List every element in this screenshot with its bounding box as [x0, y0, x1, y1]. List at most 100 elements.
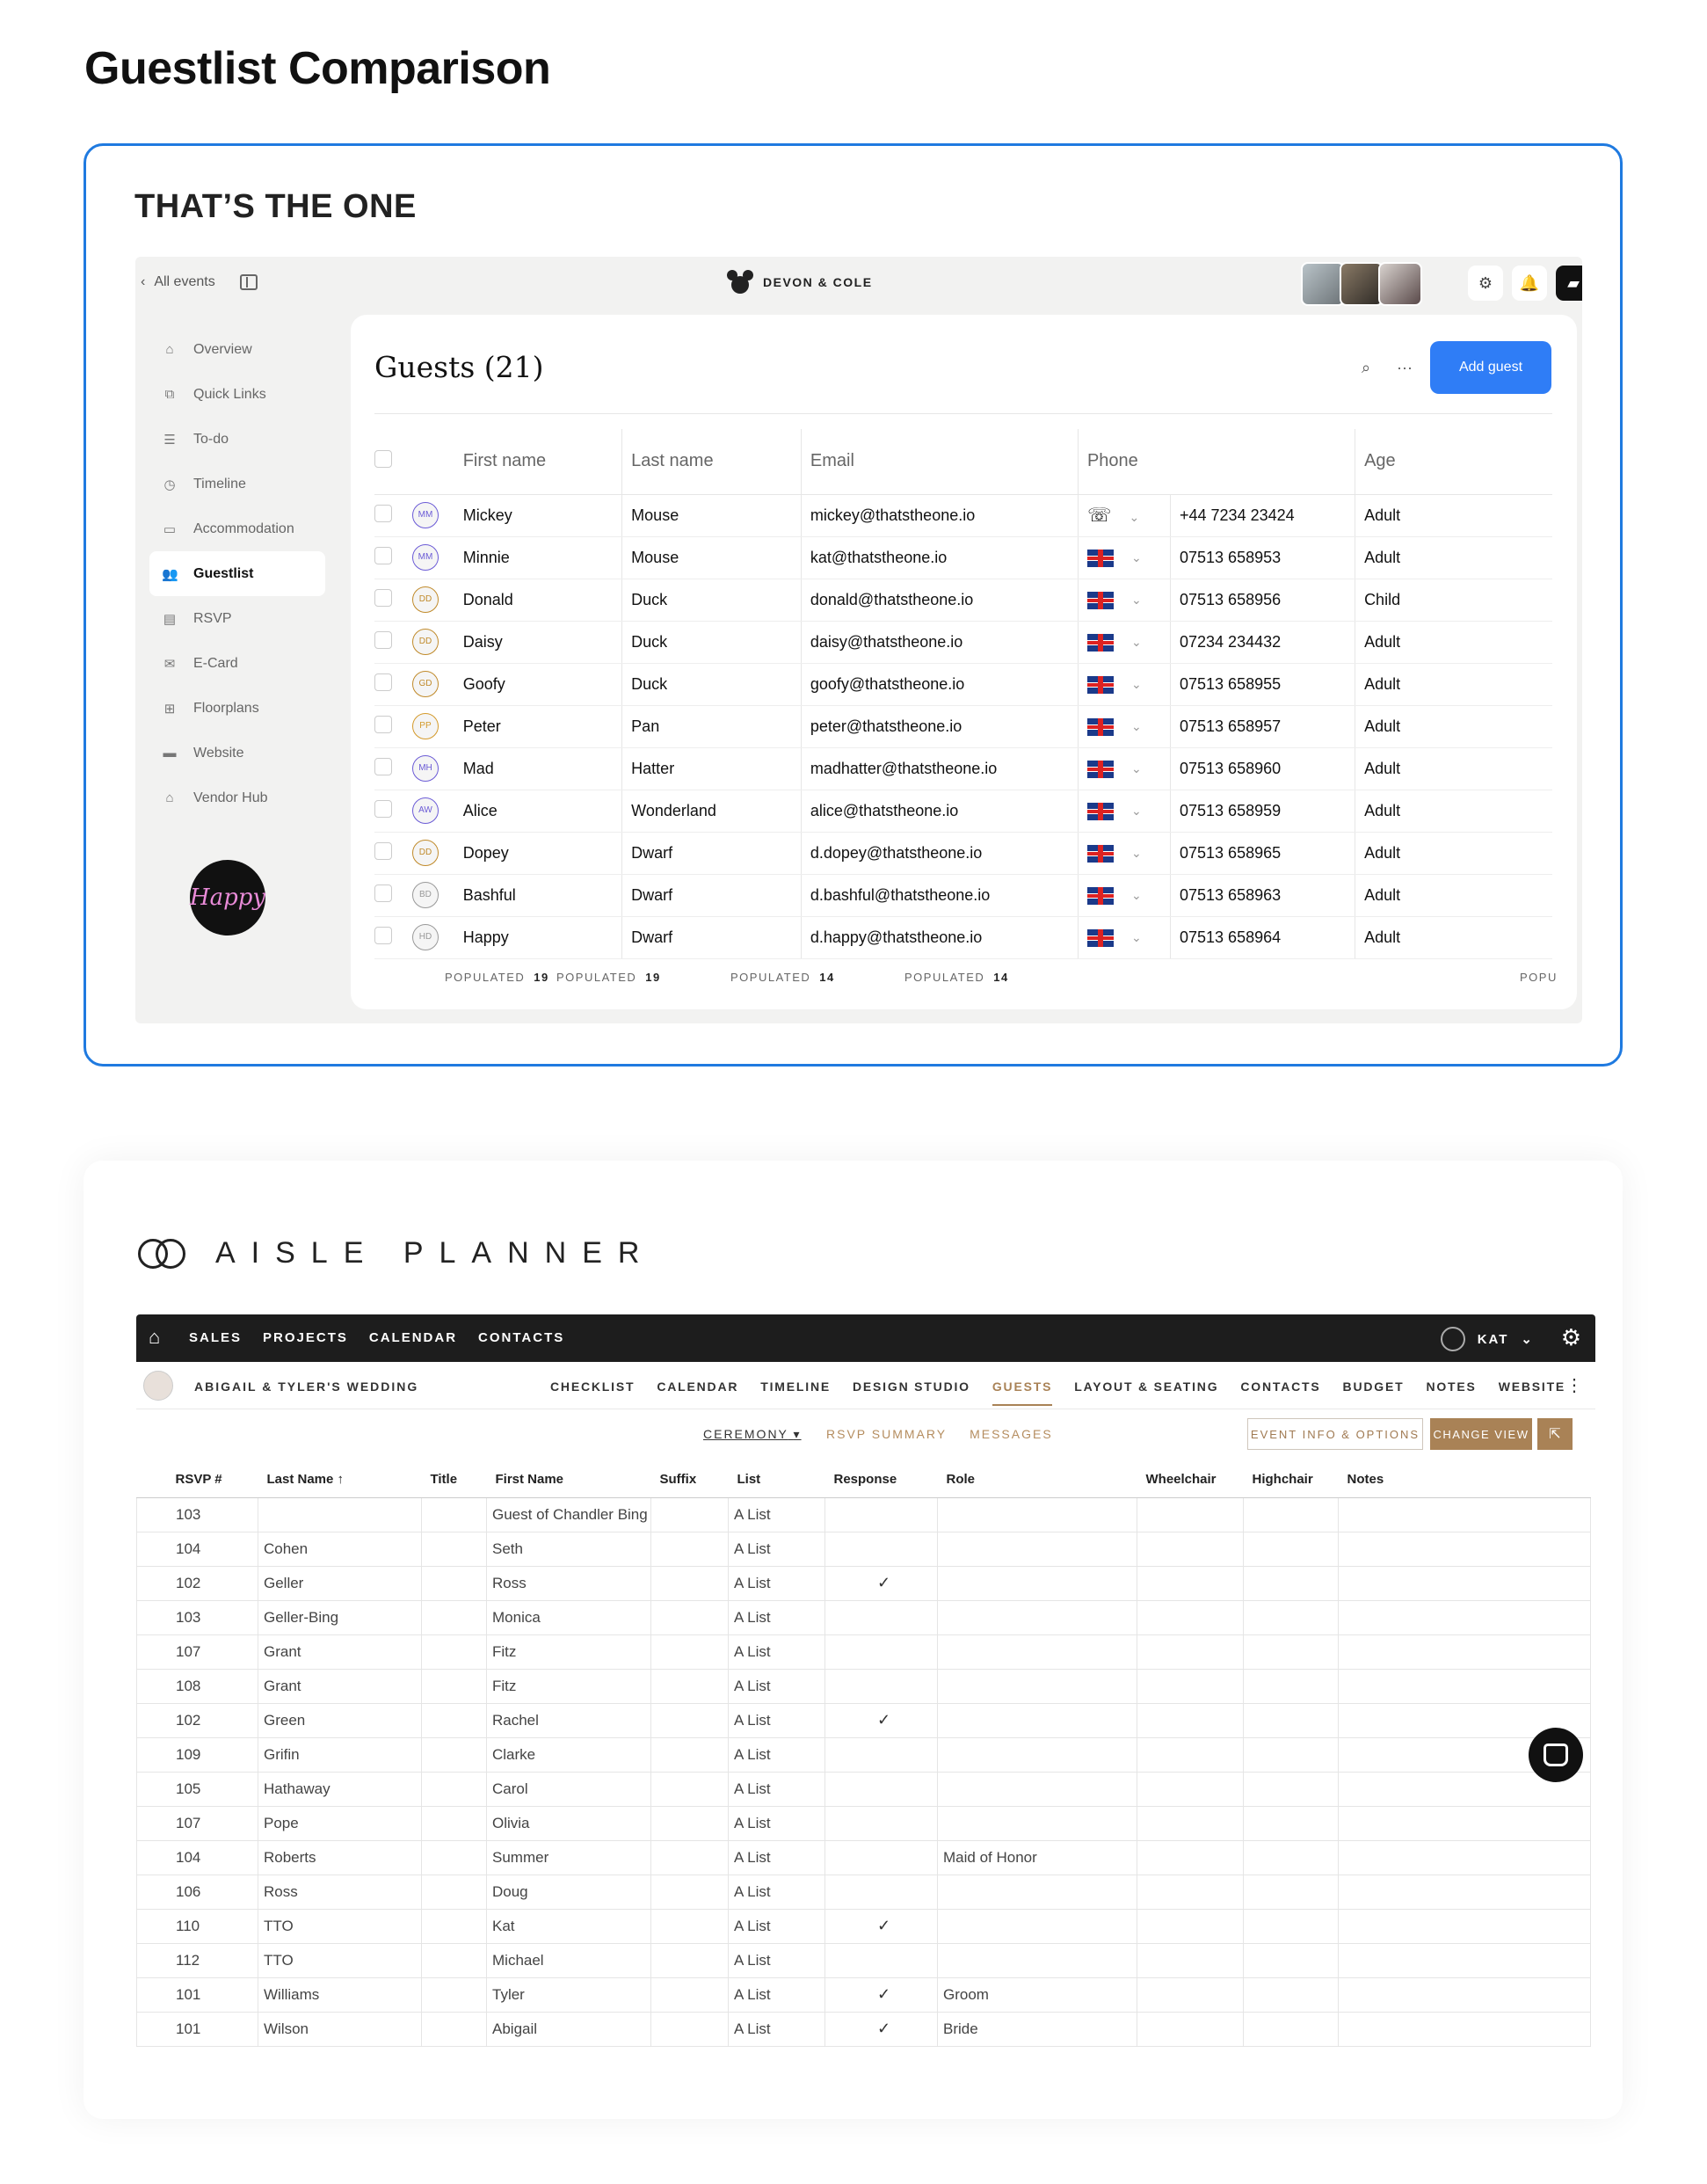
avatar[interactable] [1340, 262, 1384, 306]
suffix-cell[interactable] [650, 1840, 729, 1875]
table-row[interactable]: 112 TTO Michael A List [136, 1943, 1591, 1978]
suffix-cell[interactable] [650, 1703, 729, 1738]
column-header-title[interactable]: Title [421, 1462, 487, 1498]
table-row[interactable]: AW Alice Wonderland alice@thatstheone.io ⌄ 07… [374, 790, 1552, 833]
phone-cell[interactable]: 07513 658956 [1169, 579, 1355, 622]
tab-notes[interactable]: NOTES [1426, 1380, 1476, 1406]
table-row[interactable]: 104 Cohen Seth A List [136, 1532, 1591, 1567]
first-name-cell[interactable]: Fitz [486, 1634, 651, 1670]
row-checkbox[interactable] [374, 588, 392, 607]
sidebar-item-quick-links[interactable]: ⧉ Quick Links [149, 372, 325, 417]
suffix-cell[interactable] [650, 1669, 729, 1704]
rsvp-cell[interactable]: 108 [136, 1669, 258, 1704]
email-cell[interactable]: kat@thatstheone.io [800, 536, 1079, 579]
phone-cell[interactable]: 07513 658963 [1169, 874, 1355, 917]
last-name-cell[interactable]: Wonderland [621, 790, 802, 833]
rsvp-cell[interactable]: 104 [136, 1840, 258, 1875]
table-row[interactable]: 108 Grant Fitz A List [136, 1669, 1591, 1704]
first-name-cell[interactable]: Carol [486, 1772, 651, 1807]
table-row[interactable]: PP Peter Pan peter@thatstheone.io ⌄ 07513 658… [374, 705, 1552, 748]
tab-guests[interactable]: GUESTS [992, 1380, 1053, 1406]
messages-link[interactable]: MESSAGES [970, 1427, 1053, 1441]
suffix-cell[interactable] [650, 1600, 729, 1635]
table-row[interactable]: HD Happy Dwarf d.happy@thatstheone.io ⌄ 07513… [374, 916, 1552, 959]
last-name-cell[interactable]: Duck [621, 621, 802, 664]
column-header-list[interactable]: List [728, 1462, 825, 1498]
all-events-link[interactable]: ‹ All events [141, 274, 258, 290]
age-cell[interactable]: Adult [1355, 747, 1552, 790]
suffix-cell[interactable] [650, 1806, 729, 1841]
list-cell[interactable]: A List [728, 1737, 825, 1773]
table-row[interactable]: 103 Guest of Chandler Bing A List [136, 1497, 1591, 1532]
age-cell[interactable]: Adult [1355, 832, 1552, 875]
wheelchair-cell[interactable] [1137, 1703, 1244, 1738]
first-name-cell[interactable]: Mickey [454, 494, 622, 537]
highchair-cell[interactable] [1243, 1703, 1339, 1738]
column-header-first-name[interactable]: First Name [486, 1462, 651, 1498]
highchair-cell[interactable] [1243, 1909, 1339, 1944]
first-name-cell[interactable]: Monica [486, 1600, 651, 1635]
last-name-cell[interactable]: Pan [621, 705, 802, 748]
response-cell[interactable] [824, 1634, 938, 1670]
response-cell[interactable] [824, 1806, 938, 1841]
first-name-cell[interactable]: Goofy [454, 663, 622, 706]
rsvp-cell[interactable]: 107 [136, 1806, 258, 1841]
last-name-cell[interactable] [258, 1497, 422, 1532]
rsvp-cell[interactable]: 106 [136, 1875, 258, 1910]
highchair-cell[interactable] [1243, 1669, 1339, 1704]
notes-cell[interactable] [1338, 1634, 1591, 1670]
rsvp-cell[interactable]: 103 [136, 1600, 258, 1635]
first-name-cell[interactable]: Guest of Chandler Bing [486, 1497, 651, 1532]
last-name-cell[interactable]: Duck [621, 663, 802, 706]
response-cell[interactable]: ✓ [824, 1703, 938, 1738]
row-checkbox[interactable] [374, 546, 392, 564]
table-row[interactable]: 103 Geller-Bing Monica A List [136, 1600, 1591, 1635]
last-name-cell[interactable]: Geller [258, 1566, 422, 1601]
role-cell[interactable] [937, 1566, 1137, 1601]
role-cell[interactable]: Maid of Honor [937, 1840, 1137, 1875]
first-name-cell[interactable]: Michael [486, 1943, 651, 1978]
highchair-cell[interactable] [1243, 1806, 1339, 1841]
phone-cell[interactable]: 07513 658964 [1169, 916, 1355, 959]
tab-design-studio[interactable]: DESIGN STUDIO [853, 1380, 970, 1406]
sidebar-item-guestlist[interactable]: 👥 Guestlist [149, 551, 325, 596]
row-checkbox[interactable] [374, 630, 392, 649]
row-checkbox[interactable] [374, 504, 392, 522]
first-name-cell[interactable]: Peter [454, 705, 622, 748]
highchair-cell[interactable] [1243, 1943, 1339, 1978]
collaborator-avatars[interactable] [1301, 262, 1422, 306]
column-header-age[interactable]: Age [1355, 429, 1552, 495]
role-cell[interactable] [937, 1772, 1137, 1807]
last-name-cell[interactable]: Hatter [621, 747, 802, 790]
suffix-cell[interactable] [650, 2012, 729, 2047]
sidebar-toggle-icon[interactable] [239, 274, 258, 290]
role-cell[interactable] [937, 1600, 1137, 1635]
suffix-cell[interactable] [650, 1909, 729, 1944]
highchair-cell[interactable] [1243, 1977, 1339, 2013]
nav-sales[interactable]: SALES [189, 1330, 242, 1345]
list-cell[interactable]: A List [728, 1840, 825, 1875]
nav-calendar[interactable]: CALENDAR [369, 1330, 457, 1345]
title-cell[interactable] [421, 1977, 487, 2013]
list-cell[interactable]: A List [728, 1669, 825, 1704]
country-code-cell[interactable]: ⌄ [1077, 536, 1171, 579]
rsvp-cell[interactable]: 101 [136, 2012, 258, 2047]
wheelchair-cell[interactable] [1137, 1497, 1244, 1532]
country-code-cell[interactable]: ⌄ [1077, 579, 1171, 622]
column-header-response[interactable]: Response [824, 1462, 938, 1498]
row-checkbox[interactable] [374, 673, 392, 691]
list-cell[interactable]: A List [728, 1532, 825, 1567]
first-name-cell[interactable]: Olivia [486, 1806, 651, 1841]
notes-cell[interactable] [1338, 1600, 1591, 1635]
row-checkbox[interactable] [374, 799, 392, 818]
list-cell[interactable]: A List [728, 1943, 825, 1978]
highchair-cell[interactable] [1243, 1532, 1339, 1567]
column-header-notes[interactable]: Notes [1338, 1462, 1591, 1498]
age-cell[interactable]: Adult [1355, 663, 1552, 706]
wheelchair-cell[interactable] [1137, 1943, 1244, 1978]
table-row[interactable]: MM Mickey Mouse mickey@thatstheone.io ☏ ⌄ +44 … [374, 494, 1552, 537]
rsvp-summary-link[interactable]: RSVP SUMMARY [826, 1427, 947, 1441]
last-name-cell[interactable]: Pope [258, 1806, 422, 1841]
list-cell[interactable]: A List [728, 1600, 825, 1635]
highchair-cell[interactable] [1243, 1600, 1339, 1635]
